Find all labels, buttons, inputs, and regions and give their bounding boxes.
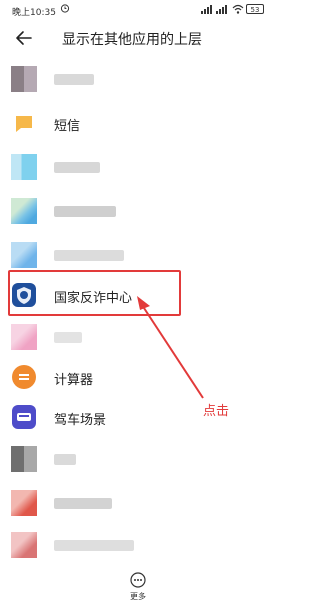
status-bar: 晚上10:35 53 bbox=[0, 0, 276, 20]
blurred-app-icon bbox=[11, 490, 37, 516]
app-row-calculator[interactable]: 计算器 bbox=[0, 362, 276, 392]
blurred-app-icon bbox=[11, 154, 37, 180]
blurred-app-icon bbox=[11, 324, 37, 350]
blurred-app-label bbox=[54, 250, 124, 261]
blurred-app-label bbox=[54, 498, 112, 509]
app-row[interactable] bbox=[0, 196, 276, 226]
app-row-car[interactable]: 驾车场景 bbox=[0, 402, 276, 432]
header: 显示在其他应用的上层 bbox=[0, 20, 276, 56]
alarm-icon bbox=[60, 4, 70, 13]
blurred-app-label bbox=[54, 332, 82, 343]
highlight-box bbox=[8, 270, 181, 316]
wifi-icon bbox=[232, 4, 244, 14]
annotation-label: 点击 bbox=[203, 404, 230, 419]
app-row[interactable] bbox=[0, 64, 276, 94]
app-row[interactable] bbox=[0, 240, 276, 270]
blurred-app-label bbox=[54, 74, 94, 85]
signal-icon bbox=[201, 5, 213, 14]
messages-icon bbox=[16, 116, 32, 132]
app-label: 驾车场景 bbox=[54, 413, 107, 428]
blurred-app-label bbox=[54, 206, 116, 217]
page-title: 显示在其他应用的上层 bbox=[62, 32, 202, 48]
blurred-app-icon bbox=[11, 242, 37, 268]
app-row[interactable] bbox=[0, 530, 276, 560]
app-row[interactable] bbox=[0, 444, 276, 474]
blurred-app-label bbox=[54, 454, 76, 465]
blurred-app-icon bbox=[11, 198, 37, 224]
car-icon bbox=[12, 405, 36, 429]
app-label: 计算器 bbox=[54, 373, 94, 388]
signal-icon-2 bbox=[216, 5, 228, 14]
blurred-app-label bbox=[54, 162, 100, 173]
app-row-messages[interactable]: 短信 bbox=[0, 108, 276, 138]
app-row[interactable] bbox=[0, 488, 276, 518]
battery-indicator: 53 bbox=[246, 4, 264, 14]
app-label: 短信 bbox=[54, 119, 81, 134]
app-row[interactable] bbox=[0, 322, 276, 352]
back-arrow-icon[interactable] bbox=[14, 28, 34, 48]
blurred-app-icon bbox=[11, 446, 37, 472]
calculator-icon bbox=[12, 365, 36, 389]
more-button[interactable]: 更多 bbox=[118, 572, 158, 606]
more-icon bbox=[130, 572, 146, 588]
more-label: 更多 bbox=[130, 592, 146, 601]
blurred-app-label bbox=[54, 540, 134, 551]
app-row[interactable] bbox=[0, 152, 276, 182]
blurred-app-icon bbox=[11, 532, 37, 558]
blurred-app-icon bbox=[11, 66, 37, 92]
status-time: 晚上10:35 bbox=[12, 8, 56, 18]
